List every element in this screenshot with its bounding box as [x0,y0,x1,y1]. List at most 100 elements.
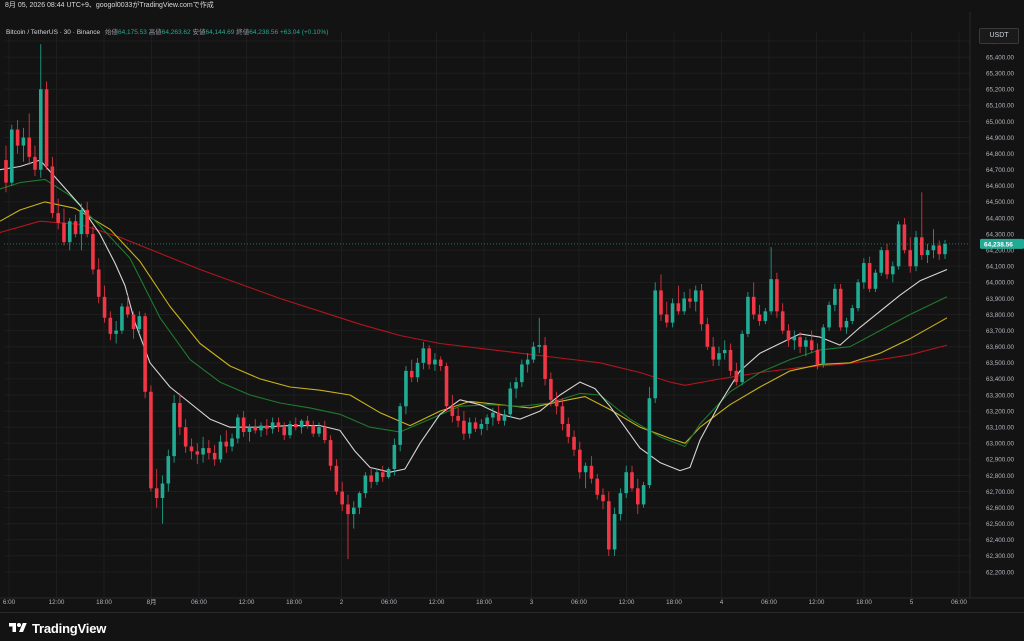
candle-body-down [212,452,217,460]
tradingview-logo[interactable]: TradingView [8,619,106,637]
candle-body-down [62,222,66,243]
price-tick-label: 65,400.00 [986,54,1015,61]
candle-body-down [96,269,101,297]
candle-body-down [91,234,95,270]
candle-body-up [160,483,165,498]
candle-body-down [311,425,316,434]
candle-body-down [44,89,49,167]
candle-body-down [265,425,269,429]
price-tick-label: 65,100.00 [986,103,1015,110]
candle-body-up [230,438,234,447]
candle-body-down [456,415,460,421]
ma-line-green [0,178,948,448]
candle-body-up [9,129,14,183]
time-tick-label: 6:00 [3,599,16,606]
time-axis[interactable]: 6:00 12:00 18:00 8月 06:00 12:00 18:00 2 06:00 12:… [0,597,1024,606]
candle-body-up [363,475,368,494]
candle-body-up [943,243,947,255]
chart-area[interactable]: 65,500.0065,400.0065,300.0065,200.0065,1… [0,12,1024,612]
candle-body-up [357,493,362,508]
price-tick-label: 64,400.00 [986,215,1015,222]
price-tick-label: 63,600.00 [986,344,1015,351]
candle-body-up [317,427,321,434]
price-tick-label: 65,300.00 [986,70,1015,77]
candle-body-up [351,507,356,515]
price-tick-label: 64,000.00 [986,280,1015,287]
candle-body-up [583,465,588,473]
candle-body-up [386,469,391,478]
candle-body-up [537,345,542,347]
candle-body-down [154,488,159,498]
candle-body-down [143,316,147,392]
candle-body-up [120,306,124,331]
candle-body-up [79,209,84,235]
candle-body-up [514,382,518,389]
candle-body-up [862,263,866,283]
price-tick-label: 64,500.00 [986,199,1015,206]
time-tick-label: 12:00 [429,599,445,606]
candle-body-down [125,306,130,315]
candle-body-down [554,399,559,407]
candle-body-down [908,250,913,267]
candle-body-down [496,412,501,421]
candle-body-up [398,406,402,445]
candle-body-down [838,288,843,328]
candle-body-down [664,314,669,323]
candle-body-up [38,89,43,170]
candle-body-up [722,349,727,354]
candle-body-down [369,475,373,482]
candle-body-down [294,423,298,428]
low-label: 安値 [192,29,206,36]
candle-body-up [792,337,797,341]
candle-body-down [27,137,31,157]
time-tick-label: 8月 [147,598,157,606]
candle-body-down [4,160,8,183]
candle-body-up [740,333,744,383]
candle-body-down [780,311,785,331]
candle-body-down [867,263,872,289]
candle-body-down [305,420,310,426]
price-tick-label: 65,000.00 [986,119,1015,126]
candle-body-down [183,427,188,447]
ma-line-yellow [0,201,948,444]
candle-body-up [288,423,292,436]
price-axis[interactable]: 65,500.0065,400.0065,300.0065,200.0065,1… [969,12,1024,612]
candle-body-up [746,296,750,334]
time-tick-label: 2 [340,599,344,606]
candle-body-up [769,279,773,312]
candle-body-up [375,472,379,482]
time-tick-label: 18:00 [96,599,112,606]
price-tick-label: 64,900.00 [986,135,1015,142]
candle-body-down [444,366,449,407]
candle-body-down [276,422,281,428]
candle-body-down [786,330,791,341]
change-value: +63.04 (+0.10%) [279,29,329,36]
time-tick-label: 4 [720,599,724,606]
candle-body-down [601,494,605,502]
candle-body-down [751,296,756,315]
currency-button[interactable]: USDT [979,28,1019,44]
candle-body-up [479,423,484,429]
price-chart[interactable]: 65,500.0065,400.0065,300.0065,200.0065,1… [0,12,1024,612]
grid [4,32,970,598]
price-tick-label: 63,400.00 [986,376,1015,383]
candle-body-up [833,288,837,305]
time-tick-label: 06:00 [191,599,207,606]
time-tick-label: 12:00 [49,599,65,606]
candle-body-up [618,493,623,515]
candle-body-up [624,472,629,494]
candle-body-down [149,391,153,489]
candle-body-down [798,337,802,347]
candle-body-up [804,340,808,347]
candle-body-up [856,282,860,309]
candle-body-down [688,298,692,302]
candle-body-up [717,353,721,360]
candle-body-up [914,237,918,267]
candle-body-down [73,221,78,235]
candle-body-down [937,245,942,255]
low-value: 64,144.69 [205,29,235,36]
candle-body-up [172,403,176,457]
candle-body-down [195,451,200,455]
candle-body-up [925,250,930,256]
snapshot-caption: 8月 05, 2026 08:44 UTC+9、googol0033がTradi… [5,2,214,9]
